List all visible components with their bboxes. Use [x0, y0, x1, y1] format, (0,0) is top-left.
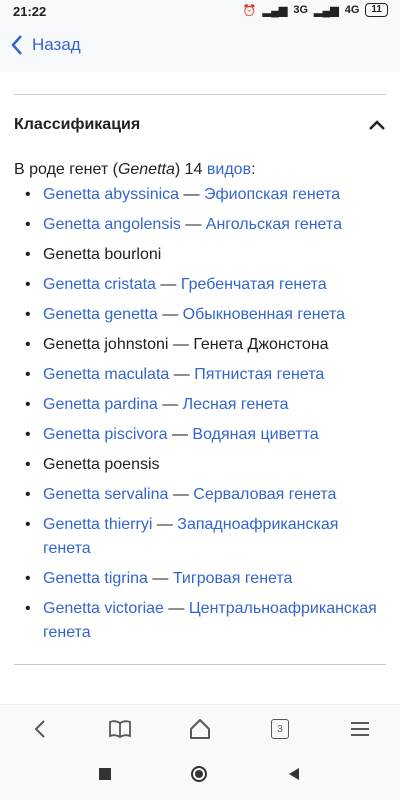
- species-item: Genetta tigrina — Тигровая генета: [18, 567, 386, 591]
- species-separator: —: [157, 306, 183, 323]
- battery-icon: 11: [365, 3, 388, 17]
- species-item: Genetta johnstoni — Генета Джонстона: [18, 333, 386, 357]
- species-separator: —: [163, 600, 189, 617]
- species-latin-name[interactable]: Genetta servalina: [43, 486, 168, 503]
- species-latin-name: Genetta johnstoni: [43, 336, 169, 353]
- genus-name: Genetta: [117, 161, 175, 178]
- reading-list-button[interactable]: [100, 709, 140, 749]
- species-item: Genetta bourloni: [18, 243, 386, 267]
- chevron-left-icon: [11, 35, 22, 55]
- bottom-toolbar: 3: [0, 704, 400, 753]
- species-separator: —: [168, 486, 194, 503]
- menu-button[interactable]: [340, 709, 380, 749]
- species-link[interactable]: видов: [207, 161, 251, 178]
- species-separator: —: [168, 336, 194, 353]
- menu-icon: [351, 722, 369, 736]
- species-item: Genetta victoriae — Центральноафриканска…: [18, 597, 386, 645]
- species-item: Genetta maculata — Пятнистая генета: [18, 363, 386, 387]
- intro-paragraph: В роде генет (Genetta) 14 видов:: [14, 159, 386, 181]
- species-separator: —: [155, 276, 181, 293]
- species-latin-name[interactable]: Genetta angolensis: [43, 216, 181, 233]
- species-item: Genetta servalina — Сервaловая генета: [18, 483, 386, 507]
- species-latin-name[interactable]: Genetta piscivora: [43, 426, 168, 443]
- back-system-button[interactable]: [287, 767, 301, 786]
- species-common-name: Генета Джонстона: [193, 336, 329, 353]
- back-nav-button[interactable]: [20, 709, 60, 749]
- species-latin-name[interactable]: Genetta abyssinica: [43, 186, 179, 203]
- species-common-name[interactable]: Сервaловая генета: [193, 486, 336, 503]
- divider: [14, 664, 386, 665]
- species-common-name[interactable]: Гребенчатая генета: [181, 276, 327, 293]
- back-label: Назад: [32, 35, 81, 54]
- species-item: Genetta cristata — Гребенчатая генета: [18, 273, 386, 297]
- chevron-up-icon[interactable]: [368, 119, 386, 131]
- status-time: 21:22: [13, 4, 47, 19]
- intro-text: В роде генет (: [14, 161, 118, 178]
- species-separator: —: [180, 216, 206, 233]
- app-bar: Назад: [0, 24, 400, 72]
- species-latin-name[interactable]: Genetta genetta: [43, 306, 158, 323]
- back-button[interactable]: Назад: [10, 34, 81, 56]
- species-common-name[interactable]: Водяная циветта: [192, 426, 318, 443]
- book-icon: [109, 720, 131, 738]
- intro-text: :: [251, 161, 256, 178]
- species-latin-name[interactable]: Genetta maculata: [43, 366, 169, 383]
- species-separator: —: [167, 426, 193, 443]
- species-latin-name[interactable]: Genetta pardina: [43, 396, 158, 413]
- recents-button[interactable]: [99, 767, 112, 785]
- section-title: Классификация: [14, 116, 141, 133]
- home-system-button[interactable]: [190, 765, 208, 788]
- signal-icon-2: ▂▄▆: [314, 4, 339, 17]
- species-common-name[interactable]: Ангольская генета: [206, 216, 342, 233]
- home-button[interactable]: [180, 709, 220, 749]
- species-item: Genetta abyssinica — Эфиопская генета: [18, 183, 386, 207]
- status-bar: 21:22 ⏰ ▂▄▆ 3G ▂▄▆ 4G 11: [0, 0, 400, 24]
- species-item: Genetta pardina — Лесная генета: [18, 393, 386, 417]
- species-latin-name: Genetta poensis: [43, 456, 160, 473]
- species-common-name[interactable]: Пятнистая генета: [194, 366, 324, 383]
- tab-count: 3: [271, 719, 289, 739]
- alarm-icon: ⏰: [242, 4, 257, 17]
- species-list: Genetta abyssinica — Эфиопская генетаGen…: [18, 183, 386, 651]
- species-latin-name: Genetta bourloni: [43, 246, 162, 263]
- species-separator: —: [179, 186, 204, 203]
- square-icon: [99, 768, 112, 780]
- intro-text: ) 14: [174, 161, 207, 178]
- species-separator: —: [169, 366, 195, 383]
- species-item: Genetta poensis: [18, 453, 386, 477]
- article-content: Классификация В роде генет (Genetta) 14 …: [0, 72, 400, 704]
- species-separator: —: [147, 570, 173, 587]
- home-icon: [190, 719, 210, 739]
- network-4g: 4G: [344, 4, 360, 16]
- triangle-left-icon: [288, 767, 299, 780]
- species-item: Genetta genetta — Обыкновенная генета: [18, 303, 386, 327]
- tabs-button[interactable]: 3: [260, 709, 300, 749]
- species-common-name[interactable]: Тигровая генета: [173, 570, 293, 587]
- species-common-name[interactable]: Лесная генета: [183, 396, 289, 413]
- divider: [14, 94, 386, 95]
- signal-icon: ▂▄▆: [262, 4, 288, 17]
- species-separator: —: [152, 516, 178, 533]
- species-common-name[interactable]: Эфиопская генета: [204, 186, 340, 203]
- species-latin-name[interactable]: Genetta cristata: [43, 276, 156, 293]
- status-icons: ⏰ ▂▄▆ 3G ▂▄▆ 4G 11: [243, 3, 388, 17]
- network-3g: 3G: [293, 4, 309, 16]
- species-item: Genetta angolensis — Ангольская генета: [18, 213, 386, 237]
- section-header[interactable]: Классификация: [14, 110, 386, 140]
- species-latin-name[interactable]: Genetta tigrina: [43, 570, 148, 587]
- species-latin-name[interactable]: Genetta thierryi: [43, 516, 152, 533]
- chevron-left-icon: [34, 720, 45, 738]
- species-common-name[interactable]: Обыкновенная генета: [183, 306, 345, 323]
- species-item: Genetta thierryi — Западноафриканская ге…: [18, 513, 386, 561]
- species-separator: —: [157, 396, 183, 413]
- system-navigation: [0, 752, 400, 800]
- species-latin-name[interactable]: Genetta victoriae: [43, 600, 164, 617]
- species-item: Genetta piscivora — Водяная циветта: [18, 423, 386, 447]
- circle-icon: [190, 765, 207, 782]
